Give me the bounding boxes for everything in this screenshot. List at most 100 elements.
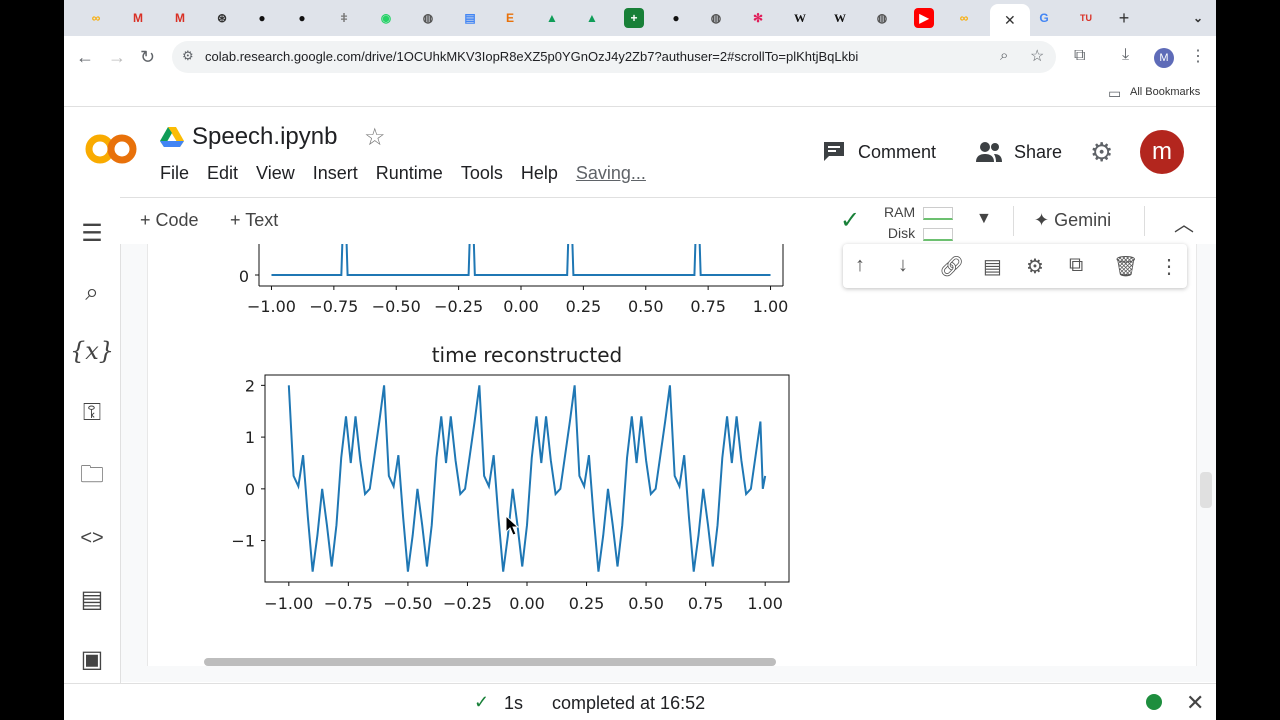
url-text[interactable]: colab.research.google.com/drive/1OCUhkMK… — [205, 49, 858, 64]
star-icon[interactable]: ☆ — [364, 123, 386, 152]
drive-icon[interactable] — [160, 127, 184, 147]
globe-tab-icon[interactable]: ◍ — [706, 8, 726, 28]
settings-gear-icon[interactable]: ⚙ — [1090, 137, 1113, 168]
gmail-tab-icon[interactable]: M — [128, 8, 148, 28]
globe-tab-icon[interactable]: ◍ — [418, 8, 438, 28]
comment-icon[interactable]: ▤ — [983, 254, 1002, 279]
plus-icon: + — [140, 210, 156, 230]
zoom-icon[interactable]: ⌕ — [1000, 47, 1008, 64]
collapse-chevron-up-icon[interactable]: ︿ — [1174, 208, 1194, 237]
tuwien-tab-icon[interactable]: TU — [1076, 8, 1096, 28]
google-tab-icon[interactable]: G — [1034, 8, 1054, 28]
ram-label: RAM — [884, 204, 916, 220]
menu-insert[interactable]: Insert — [313, 163, 358, 184]
terminal-icon[interactable]: ▣ — [64, 645, 120, 674]
menu-view[interactable]: View — [256, 163, 295, 184]
drive-tab-icon[interactable]: ▲ — [542, 8, 562, 28]
plot1-xtick-label: −0.25 — [434, 297, 483, 316]
colab-tab-icon[interactable]: ∞ — [86, 8, 106, 28]
menu-help[interactable]: Help — [521, 163, 558, 184]
menu-tools[interactable]: Tools — [461, 163, 503, 184]
new-tab-button[interactable]: + — [1114, 8, 1134, 28]
comment-button[interactable]: Comment — [858, 142, 936, 163]
all-bookmarks[interactable]: All Bookmarks — [1130, 86, 1200, 98]
table-of-contents-icon[interactable]: ☰ — [64, 219, 120, 248]
gmail-tab-icon[interactable]: M — [170, 8, 190, 28]
plot1-series-line — [271, 244, 771, 276]
vertical-scrollbar[interactable] — [1200, 472, 1212, 508]
horizontal-scrollbar[interactable] — [204, 658, 776, 666]
sheets-tab-icon[interactable]: + — [624, 8, 644, 28]
secrets-key-icon[interactable]: ⚿ — [64, 399, 120, 427]
profile-avatar[interactable]: M — [1154, 48, 1174, 68]
whatsapp-tab-icon[interactable]: ◉ — [376, 8, 396, 28]
menu-edit[interactable]: Edit — [207, 163, 238, 184]
code-snippets-icon[interactable]: <> — [64, 527, 120, 550]
divider — [1144, 206, 1145, 236]
notebook-title[interactable]: Speech.ipynb — [192, 123, 337, 151]
disk-meter — [923, 227, 954, 241]
colab-logo[interactable] — [82, 129, 142, 169]
bookmark-star-icon[interactable]: ☆ — [1030, 46, 1044, 66]
move-cell-down-icon[interactable]: ↓ — [898, 254, 908, 277]
drive-tab-icon[interactable]: ▲ — [582, 8, 602, 28]
wikipedia-tab-icon[interactable]: W — [790, 8, 810, 28]
wikipedia-tab-icon[interactable]: W — [830, 8, 850, 28]
execution-status[interactable]: completed at 16:52 — [552, 693, 705, 714]
reload-icon[interactable]: ↻ — [140, 47, 155, 68]
close-tab-icon[interactable]: ✕ — [1004, 12, 1016, 29]
document-tab-icon[interactable]: ǂ — [334, 8, 354, 28]
extensions-icon[interactable]: ⧉ — [1074, 47, 1085, 65]
close-status-icon[interactable]: ✕ — [1186, 690, 1204, 716]
globe-tab-icon[interactable]: ◍ — [872, 8, 892, 28]
resource-monitor[interactable]: RAM Disk — [884, 202, 954, 244]
tab-search-chevron-icon[interactable]: ⌄ — [1188, 8, 1208, 28]
command-palette-icon[interactable]: ▤ — [64, 585, 120, 614]
openai-tab-icon[interactable]: ⊛ — [212, 8, 232, 28]
plot1-xtick-label: 0.50 — [628, 297, 664, 316]
more-options-icon[interactable]: ⋮ — [1159, 254, 1179, 279]
youtube-tab-icon[interactable]: ▶ — [914, 8, 934, 28]
delete-trash-icon[interactable]: 🗑︎ — [1113, 254, 1138, 279]
runtime-dropdown-icon[interactable]: ▼ — [976, 210, 992, 228]
mirror-cell-icon[interactable]: ⧉ — [1069, 254, 1083, 277]
colab-tab-icon[interactable]: ∞ — [954, 8, 974, 28]
share-button[interactable]: Share — [1014, 142, 1062, 163]
output-cell: 0 −1.00 −0.75 −0.50 −0.25 0.00 0.25 0.50 0.75 1.0… — [147, 244, 1197, 666]
variables-icon[interactable]: {x} — [64, 337, 120, 365]
tab-strip: ∞ M M ⊛ ● ● ǂ ◉ ◍ ▤ E ▲ ▲ + ● ◍ ✻ W W ◍ … — [64, 0, 1216, 36]
github-tab-icon[interactable]: ● — [252, 8, 272, 28]
comment-icon[interactable] — [822, 140, 846, 162]
slack-tab-icon[interactable]: ✻ — [748, 8, 768, 28]
browser-menu-icon[interactable]: ⋮ — [1190, 46, 1206, 66]
plot1-xtick-label: −0.50 — [372, 297, 421, 316]
add-code-button[interactable]: + Code — [140, 210, 199, 231]
plus-icon: + — [230, 210, 246, 230]
back-icon[interactable]: ← — [76, 47, 94, 68]
etsy-tab-icon[interactable]: E — [500, 8, 520, 28]
saving-status[interactable]: Saving... — [576, 163, 646, 184]
plot1-ytick-label: 0 — [239, 267, 249, 286]
left-sidebar: ☰ ⌕ {x} ⚿ 🗀 <> ▤ ▣ — [64, 197, 121, 683]
site-info-icon[interactable]: ⚙ — [182, 48, 194, 64]
github-tab-icon[interactable]: ● — [292, 8, 312, 28]
files-folder-icon[interactable]: 🗀 — [64, 457, 120, 498]
plot1-xtick-label: 0.25 — [566, 297, 602, 316]
add-text-button[interactable]: + Text — [230, 210, 278, 231]
share-people-icon[interactable] — [976, 141, 1002, 163]
menu-runtime[interactable]: Runtime — [376, 163, 443, 184]
cell-settings-gear-icon[interactable]: ⚙ — [1026, 254, 1044, 279]
plot2-ytick-label: 1 — [245, 428, 255, 447]
download-icon[interactable]: ⤓ — [1122, 46, 1129, 64]
search-icon[interactable]: ⌕ — [64, 279, 120, 307]
active-tab[interactable]: ✕ — [990, 4, 1030, 36]
menu-file[interactable]: File — [160, 163, 189, 184]
user-avatar[interactable]: m — [1140, 130, 1184, 174]
docs-tab-icon[interactable]: ▤ — [460, 8, 480, 28]
address-bar[interactable]: ⚙ colab.research.google.com/drive/1OCUhk… — [172, 41, 1056, 73]
github-tab-icon[interactable]: ● — [666, 8, 686, 28]
gemini-button[interactable]: ✦ Gemini — [1034, 210, 1111, 231]
move-cell-up-icon[interactable]: ↑ — [855, 254, 865, 277]
forward-icon[interactable]: → — [108, 47, 126, 68]
link-icon[interactable]: 🔗︎ — [939, 254, 964, 279]
